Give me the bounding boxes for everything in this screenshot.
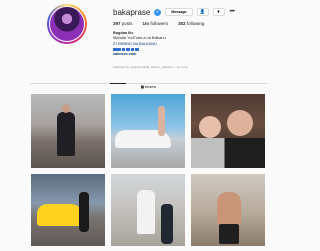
profile-tabs: ▦ POSTS <box>30 85 267 89</box>
follow-options-button[interactable]: 👤 <box>196 8 209 16</box>
grid-icon: ▦ <box>140 85 145 89</box>
bio-link[interactable]: sabrose.com <box>113 52 166 57</box>
followed-by[interactable]: Followed by myspacemk99, elberto_raddiso… <box>113 65 188 69</box>
avatar[interactable] <box>49 6 85 42</box>
post-tile[interactable] <box>191 174 265 246</box>
bio: Bogdan Ilic Ministar YouTube-a na Balkan… <box>113 31 166 57</box>
flag-icon <box>121 47 126 52</box>
flag-icon <box>130 47 135 52</box>
flag-icon <box>117 47 121 52</box>
divider <box>30 83 267 84</box>
posts-grid <box>31 94 267 246</box>
post-tile[interactable] <box>31 174 105 246</box>
flag-icon <box>126 47 130 52</box>
flag-icon <box>134 47 139 52</box>
suggestions-button[interactable]: ▾ <box>212 8 225 16</box>
username-row: bakaprase ✓ Message 👤 ▾ ••• <box>113 7 235 17</box>
username: bakaprase <box>113 7 151 17</box>
bio-line-2: 27 BRBNO NA BALKANU <box>113 41 157 46</box>
bio-emoji-row <box>113 47 166 52</box>
chevron-down-icon: ▾ <box>217 9 220 14</box>
tab-posts[interactable]: ▦ POSTS <box>141 85 157 89</box>
followers-stat[interactable]: 1m followers <box>143 21 169 26</box>
active-tab-indicator <box>110 83 126 84</box>
flag-icon <box>113 47 117 52</box>
post-tile[interactable] <box>191 94 265 168</box>
message-button[interactable]: Message <box>165 8 193 16</box>
person-icon: 👤 <box>199 9 206 14</box>
post-tile[interactable] <box>31 94 105 168</box>
post-tile[interactable] <box>111 174 185 246</box>
posts-stat: 297 posts <box>113 21 133 26</box>
profile-stats: 297 posts 1m followers 302 following <box>113 21 204 26</box>
avatar-ring[interactable] <box>47 4 87 44</box>
verified-badge-icon: ✓ <box>154 8 162 16</box>
following-stat[interactable]: 302 following <box>178 21 204 26</box>
more-dots-icon[interactable]: ••• <box>230 9 235 15</box>
post-tile[interactable] <box>111 94 185 168</box>
